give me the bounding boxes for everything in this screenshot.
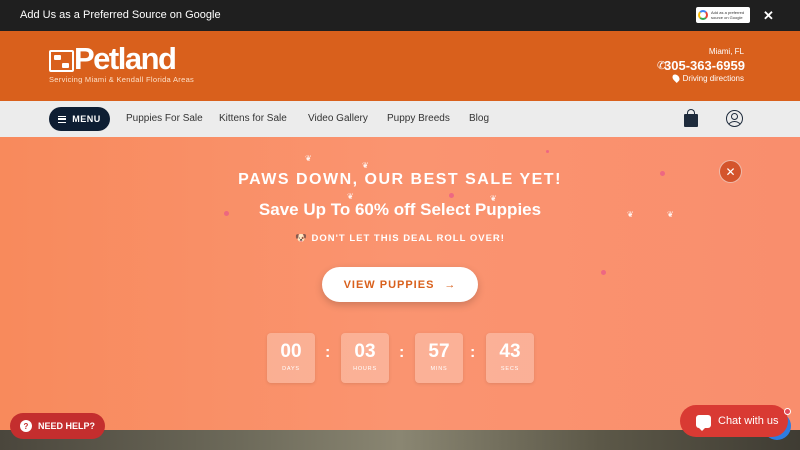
countdown-separator: :: [470, 344, 476, 361]
paw-icon: ❦: [362, 161, 369, 170]
need-help-label: NEED HELP?: [38, 421, 96, 431]
countdown-mins: 57 MINS: [415, 333, 463, 383]
hamburger-icon: [58, 115, 67, 123]
main-nav: MENU Puppies For Sale Kittens for Sale V…: [0, 101, 800, 137]
chat-with-us-button[interactable]: Chat with us: [680, 405, 788, 437]
google-badge-text: Add as a preferred source on Google: [711, 10, 745, 20]
google-preferred-bar: Add Us as a Preferred Source on Google A…: [0, 0, 800, 31]
cta-label: VIEW PUPPIES: [343, 278, 435, 291]
countdown-label: HOURS: [353, 366, 377, 372]
nav-link-blog[interactable]: Blog: [469, 113, 489, 124]
countdown-separator: :: [399, 344, 405, 361]
store-location: Miami, FL: [708, 47, 744, 56]
countdown-value: 00: [280, 341, 302, 362]
countdown-days: 00 DAYS: [267, 333, 315, 383]
countdown-label: SECS: [500, 366, 520, 372]
countdown-secs: 43 SECS: [486, 333, 534, 383]
promo-hero: ❦ ❦ ❦ ❦ ❦ ❦ PAWS DOWN, OUR BEST SALE YET…: [0, 137, 800, 430]
menu-button[interactable]: MENU: [49, 107, 110, 131]
map-pin-icon: [671, 73, 681, 83]
question-icon: ?: [20, 420, 32, 432]
account-icon[interactable]: [726, 110, 743, 127]
logo-tagline: Servicing Miami & Kendall Florida Areas: [49, 75, 195, 84]
chat-label: Chat with us: [718, 415, 779, 427]
countdown-separator: :: [325, 344, 331, 361]
heart-icon: [546, 150, 549, 153]
arrow-right-icon: →: [444, 278, 457, 291]
promo-tagline: 🐶 DON'T LET THIS DEAL ROLL OVER!: [295, 233, 505, 244]
promo-close-button[interactable]: ✕: [719, 160, 742, 183]
google-preferred-badge[interactable]: Add as a preferred source on Google: [696, 7, 750, 23]
countdown-value: 03: [354, 341, 376, 362]
need-help-button[interactable]: ? NEED HELP?: [10, 413, 105, 439]
countdown-hours: 03 HOURS: [341, 333, 389, 383]
petland-logo-icon[interactable]: [49, 50, 74, 72]
nav-link-puppies[interactable]: Puppies For Sale: [126, 113, 203, 124]
countdown-label: MINS: [430, 366, 448, 372]
chat-bubble-icon: [696, 414, 711, 431]
google-logo-icon: [698, 10, 708, 20]
nav-link-video-gallery[interactable]: Video Gallery: [308, 113, 368, 124]
heart-icon: [449, 193, 454, 198]
nav-link-kittens[interactable]: Kittens for Sale: [219, 113, 287, 124]
nav-link-puppy-breeds[interactable]: Puppy Breeds: [387, 113, 450, 124]
heart-icon: [601, 270, 606, 275]
google-bar-text[interactable]: Add Us as a Preferred Source on Google: [20, 9, 221, 21]
site-header: Petland Servicing Miami & Kendall Florid…: [0, 31, 800, 101]
logo-text[interactable]: Petland: [74, 43, 177, 75]
countdown-value: 57: [428, 341, 450, 362]
google-bar-close-button[interactable]: ✕: [763, 8, 774, 24]
shopping-bag-icon[interactable]: [684, 109, 698, 127]
chat-notification-dot: [784, 408, 791, 415]
hero-photo-strip: [0, 430, 800, 450]
promo-subheadline: Save Up To 60% off Select Puppies: [258, 200, 542, 219]
view-puppies-button[interactable]: VIEW PUPPIES →: [322, 267, 478, 302]
driving-directions-link[interactable]: Driving directions: [683, 74, 744, 83]
phone-number-link[interactable]: 305-363-6959: [664, 58, 745, 73]
countdown-value: 43: [499, 341, 521, 362]
countdown-label: DAYS: [282, 366, 300, 372]
paw-icon: ❦: [305, 154, 312, 163]
promo-headline: PAWS DOWN, OUR BEST SALE YET!: [238, 171, 562, 188]
menu-label: MENU: [72, 114, 101, 124]
